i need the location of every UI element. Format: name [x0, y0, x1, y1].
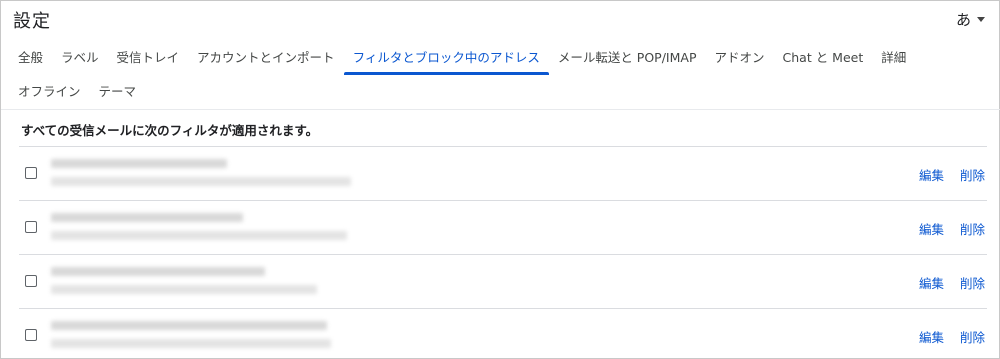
redacted-filter-action	[51, 339, 331, 348]
redacted-filter-action	[51, 177, 351, 186]
filter-list: 編集 削除 編集 削除 編集 削除 編集 削除	[19, 146, 987, 359]
tab-forwarding-pop-imap[interactable]: メール転送と POP/IMAP	[549, 41, 706, 75]
chevron-down-icon	[977, 17, 985, 22]
tab-general[interactable]: 全般	[9, 41, 52, 75]
delete-link[interactable]: 削除	[960, 273, 985, 292]
settings-window: 設定 あ 全般 ラベル 受信トレイ アカウントとインポート フィルタとブロック中…	[0, 0, 1000, 359]
filter-row: 編集 削除	[19, 147, 987, 201]
filter-row: 編集 削除	[19, 201, 987, 255]
filter-checkbox[interactable]	[25, 275, 37, 287]
settings-tabs: 全般 ラベル 受信トレイ アカウントとインポート フィルタとブロック中のアドレス…	[9, 41, 989, 109]
edit-link[interactable]: 編集	[919, 273, 944, 292]
edit-link[interactable]: 編集	[919, 219, 944, 238]
edit-link[interactable]: 編集	[919, 165, 944, 184]
filter-row: 編集 削除	[19, 255, 987, 309]
tab-advanced[interactable]: 詳細	[872, 41, 915, 75]
tab-filters-blocked[interactable]: フィルタとブロック中のアドレス	[343, 41, 550, 75]
tab-accounts-import[interactable]: アカウントとインポート	[188, 41, 344, 75]
tab-offline[interactable]: オフライン	[9, 75, 90, 109]
filter-actions: 編集 削除	[919, 165, 985, 184]
tab-chat-meet[interactable]: Chat と Meet	[774, 41, 873, 75]
tab-labels[interactable]: ラベル	[52, 41, 108, 75]
filter-actions: 編集 削除	[919, 273, 985, 292]
filter-actions: 編集 削除	[919, 219, 985, 238]
delete-link[interactable]: 削除	[960, 327, 985, 346]
redacted-filter-action	[51, 285, 317, 294]
tab-themes[interactable]: テーマ	[90, 75, 146, 109]
filter-row: 編集 削除	[19, 309, 987, 359]
redacted-filter-action	[51, 231, 347, 240]
input-method-selector[interactable]: あ	[956, 9, 985, 30]
tab-addons[interactable]: アドオン	[706, 41, 774, 75]
tab-inbox[interactable]: 受信トレイ	[108, 41, 189, 75]
filter-actions: 編集 削除	[919, 327, 985, 346]
edit-link[interactable]: 編集	[919, 327, 944, 346]
filter-checkbox[interactable]	[25, 329, 37, 341]
delete-link[interactable]: 削除	[960, 165, 985, 184]
filter-checkbox[interactable]	[25, 167, 37, 179]
redacted-filter-criteria	[51, 159, 227, 168]
page-title: 設定	[13, 11, 51, 32]
tabs-divider	[1, 109, 1000, 110]
delete-link[interactable]: 削除	[960, 219, 985, 238]
filter-checkbox[interactable]	[25, 221, 37, 233]
redacted-filter-criteria	[51, 213, 243, 222]
filters-heading: すべての受信メールに次のフィルタが適用されます。	[21, 123, 319, 138]
redacted-filter-criteria	[51, 267, 265, 276]
redacted-filter-criteria	[51, 321, 327, 330]
input-method-label: あ	[955, 11, 971, 29]
